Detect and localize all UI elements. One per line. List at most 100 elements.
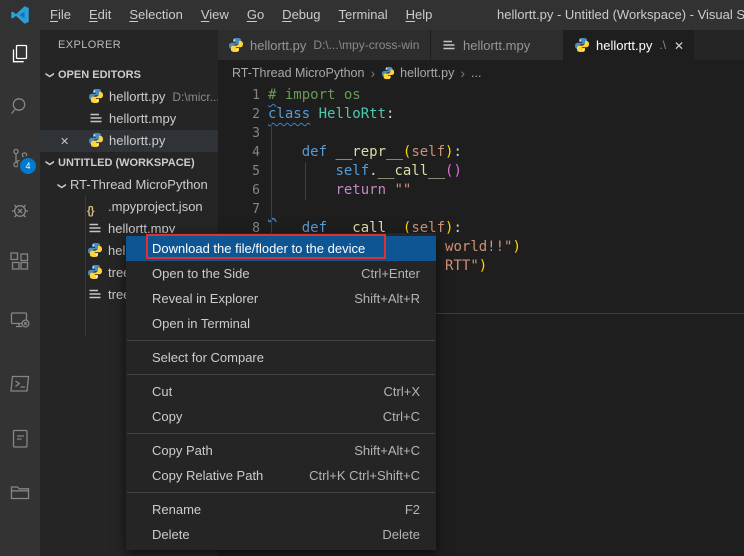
menu-item-shortcut: F2 [405, 497, 420, 522]
context-menu-item-delete[interactable]: Delete Delete [126, 522, 436, 547]
code-line: # import os [268, 86, 521, 105]
open-editors-header[interactable]: OPEN EDITORS [40, 64, 218, 86]
menu-separator [127, 340, 435, 341]
python-file-icon [228, 37, 244, 53]
line-number: 5 [218, 162, 260, 181]
open-editor-label: hellortt.mpy [109, 111, 176, 126]
python-file-icon [88, 88, 104, 104]
json-file-icon [87, 199, 103, 215]
open-editor-label: hellortt.py [109, 89, 165, 104]
chevron-down-icon [45, 64, 57, 86]
menu-debug[interactable]: Debug [273, 0, 329, 30]
title-bar: File Edit Selection View Go Debug Termin… [0, 0, 744, 30]
tab-suffix: .\ [659, 38, 666, 52]
menu-selection[interactable]: Selection [120, 0, 191, 30]
sidebar-title: EXPLORER [58, 39, 121, 51]
tab-label: hellortt.py [250, 38, 306, 53]
chevron-down-icon [57, 174, 69, 196]
python-file-icon [87, 242, 103, 258]
breadcrumb-tail[interactable]: ... [471, 66, 481, 80]
open-editor-label: hellortt.py [109, 133, 165, 148]
menu-item-shortcut: Shift+Alt+C [354, 438, 420, 463]
breadcrumb-folder[interactable]: RT-Thread MicroPython [232, 66, 364, 80]
debug-icon[interactable] [0, 186, 40, 234]
python-file-icon [574, 37, 590, 53]
menu-help[interactable]: Help [397, 0, 442, 30]
menu-item-label: Copy [152, 404, 182, 429]
context-menu-item-copy[interactable]: Copy Ctrl+C [126, 404, 436, 429]
open-editor-item[interactable]: hellortt.pyD:\micr... [40, 86, 218, 108]
close-icon[interactable] [674, 38, 684, 53]
mpy-file-icon [441, 37, 457, 53]
code-line: class HelloRtt: [268, 105, 521, 124]
menu-edit[interactable]: Edit [80, 0, 120, 30]
notebook-icon[interactable] [0, 415, 40, 463]
context-menu-item-open-in-terminal[interactable]: Open in Terminal [126, 311, 436, 336]
tab-label: hellortt.py [596, 38, 652, 53]
terminal-icon[interactable] [0, 360, 40, 408]
context-menu-item-copy-relative-path[interactable]: Copy Relative Path Ctrl+K Ctrl+Shift+C [126, 463, 436, 488]
context-menu-item-open-to-the-side[interactable]: Open to the Side Ctrl+Enter [126, 261, 436, 286]
vscode-logo-icon [10, 5, 30, 25]
mpy-file-icon [88, 110, 104, 126]
line-number: 4 [218, 143, 260, 162]
context-menu-item-download-the-file-floder-to-the-device[interactable]: Download the file/floder to the device [126, 236, 436, 261]
vscode-window: { "window": { "title": "hellortt.py - Un… [0, 0, 744, 556]
device-disconnected-icon[interactable] [0, 296, 40, 344]
mpy-file-icon [87, 220, 103, 236]
open-editor-item[interactable]: hellortt.mpy [40, 108, 218, 130]
menu-bar: File Edit Selection View Go Debug Termin… [41, 0, 441, 30]
menu-terminal[interactable]: Terminal [329, 0, 396, 30]
tree-item--mpyproject-json[interactable]: .mpyproject.json [40, 196, 218, 218]
mpy-file-icon [441, 37, 457, 53]
menu-item-label: Delete [152, 522, 190, 547]
explorer-icon[interactable] [0, 30, 40, 78]
context-menu-item-reveal-in-explorer[interactable]: Reveal in ExplorerShift+Alt+R [126, 286, 436, 311]
close-icon[interactable] [60, 130, 76, 152]
menu-separator [127, 433, 435, 434]
search-icon[interactable] [0, 82, 40, 130]
context-menu-item-rename[interactable]: Rename F2 [126, 497, 436, 522]
tab-hellortt.mpy[interactable]: hellortt.mpy [431, 30, 564, 60]
menu-item-shortcut: Delete [382, 522, 420, 547]
python-file-icon [87, 264, 103, 280]
python-file-icon [88, 132, 104, 148]
mpy-file-icon [87, 286, 103, 302]
folder-icon[interactable] [0, 468, 40, 516]
context-menu-item-select-for-compare[interactable]: Select for Compare [126, 345, 436, 370]
menu-item-shortcut: Ctrl+Enter [361, 261, 420, 286]
breadcrumb[interactable]: RT-Thread MicroPython hellortt.py ... [218, 60, 744, 86]
activity-bar: 4 [0, 30, 40, 556]
context-menu-item-copy-path[interactable]: Copy PathShift+Alt+C [126, 438, 436, 463]
python-file-icon [88, 132, 104, 148]
python-file-icon [228, 37, 244, 53]
menu-item-label: Rename [152, 497, 201, 522]
chevron-down-icon [45, 152, 57, 174]
python-file-icon [574, 37, 590, 53]
mpy-file-icon [87, 286, 103, 302]
source-control-icon[interactable]: 4 [0, 134, 40, 182]
menu-view[interactable]: View [192, 0, 238, 30]
indent-guide [305, 162, 306, 200]
context-menu: Download the file/floder to the deviceOp… [126, 233, 436, 550]
tab-hellortt.py[interactable]: hellortt.pyD:\...\mpy-cross-win [218, 30, 431, 60]
breadcrumb-file[interactable]: hellortt.py [400, 66, 454, 80]
editor-tabs: hellortt.pyD:\...\mpy-cross-win hellortt… [218, 30, 744, 60]
line-number: 6 [218, 181, 260, 200]
menu-go[interactable]: Go [238, 0, 273, 30]
window-title: hellortt.py - Untitled (Workspace) - Vis… [497, 0, 744, 30]
menu-item-label: Copy Relative Path [152, 463, 263, 488]
menu-item-shortcut: Ctrl+K Ctrl+Shift+C [309, 463, 420, 488]
menu-file[interactable]: File [41, 0, 80, 30]
code-line: def __repr__(self): [268, 143, 521, 162]
menu-item-shortcut: Ctrl+C [383, 404, 420, 429]
open-editor-item[interactable]: hellortt.py [40, 130, 218, 152]
menu-item-label: Download the file/floder to the device [152, 236, 365, 261]
menu-item-label: Open to the Side [152, 261, 250, 286]
context-menu-item-cut[interactable]: CutCtrl+X [126, 379, 436, 404]
menu-item-label: Select for Compare [152, 345, 264, 370]
folder-rt-thread-micropython[interactable]: RT-Thread MicroPython [40, 174, 218, 196]
workspace-header[interactable]: UNTITLED (WORKSPACE) [40, 152, 218, 174]
tab-hellortt.py-active[interactable]: hellortt.py .\ [564, 30, 694, 60]
extensions-icon[interactable] [0, 238, 40, 286]
